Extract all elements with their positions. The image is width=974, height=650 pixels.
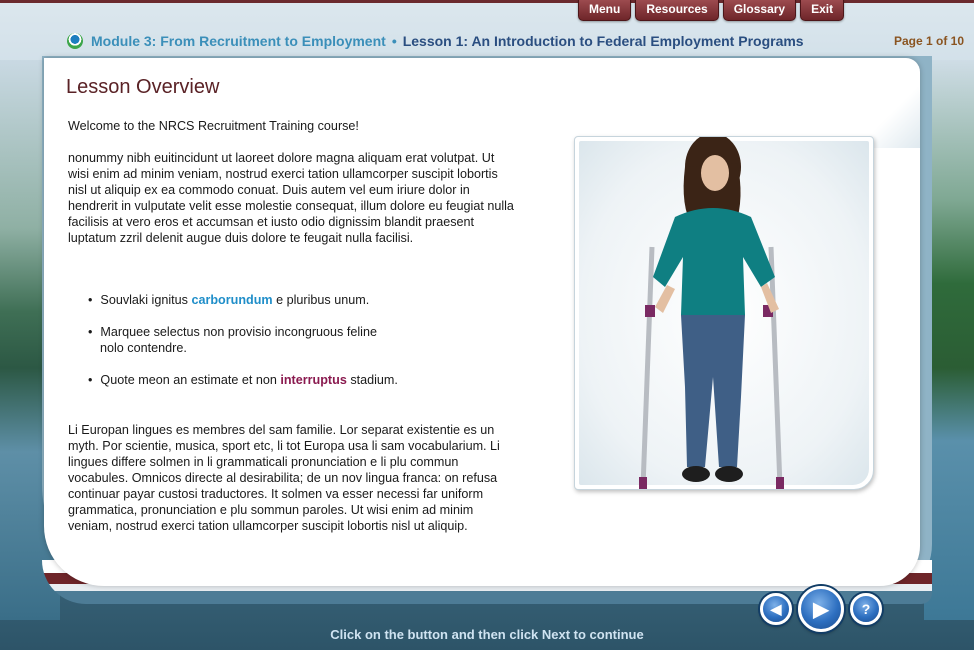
panel-corner <box>850 58 920 148</box>
intro-paragraph: nonummy nibh euitincidunt ut laoreet dol… <box>68 151 514 245</box>
breadcrumb-separator: • <box>391 33 397 49</box>
bullet-text: Marquee selectus non provisio incongruou… <box>100 325 377 339</box>
lesson-title: Lesson 1: An Introduction to Federal Emp… <box>402 33 804 49</box>
exit-button[interactable]: Exit <box>800 0 845 21</box>
navigation-controls: ◀ ▶ ? <box>760 586 882 632</box>
next-button[interactable]: ▶ <box>798 586 844 632</box>
page-title: Lesson Overview <box>66 76 220 98</box>
body-paragraph: Li Europan lingues es membres del sam fa… <box>68 423 500 533</box>
resources-button[interactable]: Resources <box>635 0 719 21</box>
module-title: Module 3: From Recruitment to Employment <box>91 33 386 49</box>
breadcrumb: Module 3: From Recruitment to Employment… <box>60 30 920 52</box>
highlight-term: interruptus <box>280 373 347 387</box>
person-with-crutches-image <box>639 137 784 489</box>
help-icon: ? <box>861 601 871 617</box>
welcome-text: Welcome to the NRCS Recruitment Training… <box>68 119 359 133</box>
bullet-text: nolo contendre. <box>100 341 187 355</box>
next-arrow-icon: ▶ <box>813 598 829 621</box>
list-item: Marquee selectus non provisio incongruou… <box>88 324 488 356</box>
back-arrow-icon: ◀ <box>770 600 782 617</box>
list-item: Quote meon an estimate et non interruptu… <box>88 372 488 388</box>
menu-button[interactable]: Menu <box>578 0 632 21</box>
lesson-photo <box>574 136 874 490</box>
back-button[interactable]: ◀ <box>760 593 792 625</box>
glossary-button[interactable]: Glossary <box>722 0 797 21</box>
bullet-text: e pluribus unum. <box>272 293 370 307</box>
page-counter: Page 1 of 10 <box>893 34 964 48</box>
bullet-text: Souvlaki ignitus <box>100 293 192 307</box>
help-button[interactable]: ? <box>850 593 882 625</box>
bullet-text: stadium. <box>346 373 398 387</box>
top-menu: Menu Resources Glossary Exit <box>578 0 845 21</box>
highlight-term: carborundum <box>191 293 273 307</box>
bullet-text: Quote meon an estimate et non <box>100 373 281 387</box>
list-item: Souvlaki ignitus carborundum e pluribus … <box>88 292 488 308</box>
status-instruction: Click on the button and then click Next … <box>330 627 644 642</box>
bullet-list: Souvlaki ignitus carborundum e pluribus … <box>88 292 488 404</box>
globe-logo-icon <box>67 33 83 49</box>
content-panel: Lesson Overview Welcome to the NRCS Recr… <box>44 58 920 586</box>
